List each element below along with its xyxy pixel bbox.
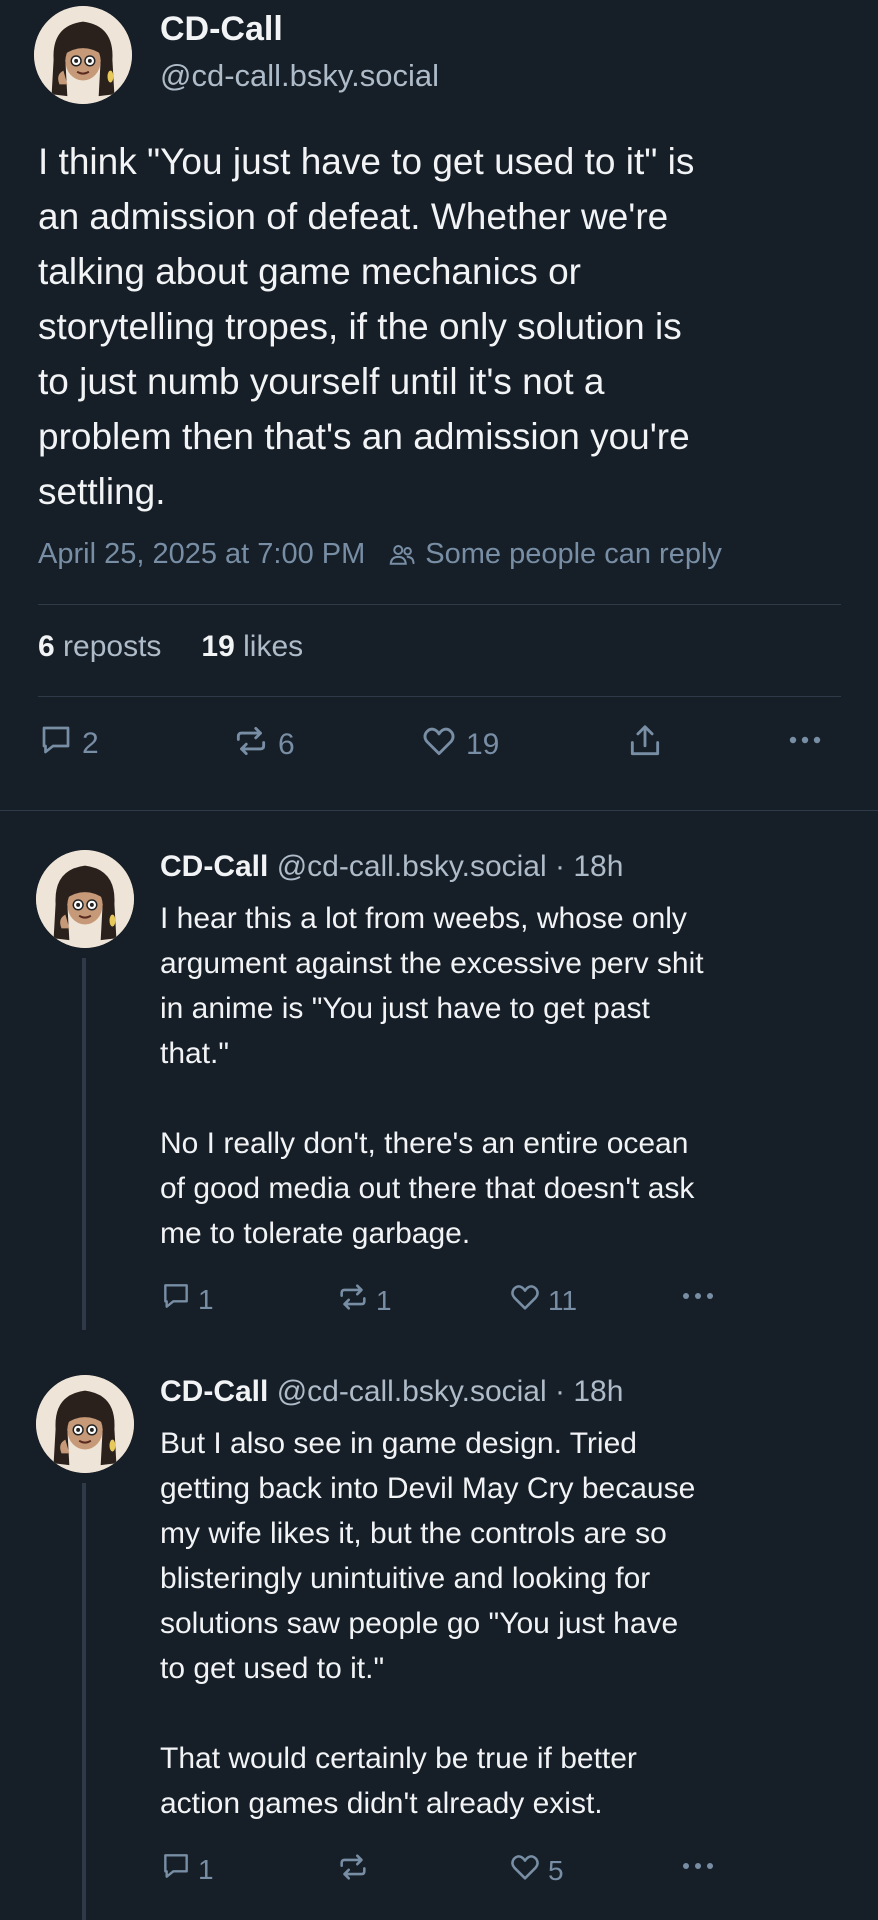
like-count: 11 <box>548 1284 578 1316</box>
separator-dot: · <box>555 1375 566 1408</box>
author-name[interactable]: CD-Call <box>160 10 283 49</box>
repost-count: 6 <box>278 728 295 761</box>
reply-setting[interactable]: Some people can reply <box>425 538 722 571</box>
author-handle[interactable]: @cd-call.bsky.social <box>160 58 439 94</box>
like-icon <box>420 722 458 768</box>
more-icon <box>678 1850 718 1889</box>
author-handle[interactable]: @cd-call.bsky.social <box>277 850 547 883</box>
more-icon <box>678 1280 718 1319</box>
reply-header: CD-Call @cd-call.bsky.social · 18h <box>160 1375 623 1409</box>
thread-line <box>82 1483 86 1920</box>
post-stats: 6 reposts 19 likes <box>38 630 303 664</box>
reply-button[interactable]: 1 <box>160 1850 214 1889</box>
repost-icon <box>232 722 270 768</box>
avatar[interactable] <box>36 850 134 948</box>
thread-line <box>82 958 86 1330</box>
repost-icon <box>336 1850 370 1891</box>
more-button[interactable] <box>678 1850 718 1889</box>
more-button[interactable] <box>678 1280 718 1319</box>
post-text: I think "You just have to get used to it… <box>38 141 695 512</box>
more-icon <box>784 722 826 766</box>
reply-text: I hear this a lot from weebs, whose only… <box>160 902 704 1250</box>
like-button[interactable]: 5 <box>508 1850 564 1891</box>
more-button[interactable] <box>784 722 826 766</box>
avatar[interactable] <box>34 6 132 104</box>
separator-dot: · <box>555 850 566 883</box>
divider <box>38 604 841 605</box>
reply-button[interactable]: 1 <box>160 1280 214 1319</box>
like-icon <box>508 1850 542 1891</box>
reply-count: 1 <box>198 1853 214 1885</box>
repost-count: 1 <box>376 1284 392 1316</box>
repost-button[interactable]: 1 <box>336 1280 392 1321</box>
people-icon <box>387 540 417 570</box>
like-button[interactable]: 19 <box>420 722 499 768</box>
post-time[interactable]: 18h <box>573 850 623 883</box>
reply-header: CD-Call @cd-call.bsky.social · 18h <box>160 850 623 884</box>
reply-text: But I also see in game design. Tried get… <box>160 1427 696 1820</box>
share-button[interactable] <box>626 722 664 768</box>
author-name[interactable]: CD-Call <box>160 850 268 883</box>
reply-icon <box>38 722 74 766</box>
reply-actions: 1 1 11 <box>160 1280 730 1324</box>
divider <box>38 696 841 697</box>
author-name[interactable]: CD-Call <box>160 1375 268 1408</box>
repost-button[interactable] <box>336 1850 376 1891</box>
like-icon <box>508 1280 542 1321</box>
reply-post[interactable]: CD-Call @cd-call.bsky.social · 18h I hea… <box>0 850 878 1330</box>
reply-count: 2 <box>82 727 99 760</box>
reply-icon <box>160 1850 192 1889</box>
post-timestamp[interactable]: April 25, 2025 at 7:00 PM <box>38 538 365 571</box>
repost-button[interactable]: 6 <box>232 722 295 768</box>
main-post: CD-Call @cd-call.bsky.social I think "Yo… <box>0 0 878 810</box>
reply-icon <box>160 1280 192 1319</box>
reply-count: 1 <box>198 1283 214 1315</box>
like-count: 5 <box>548 1854 564 1886</box>
repost-icon <box>336 1280 370 1321</box>
author-handle[interactable]: @cd-call.bsky.social <box>277 1375 547 1408</box>
share-icon <box>626 722 664 768</box>
post-meta: April 25, 2025 at 7:00 PM Some people ca… <box>38 538 722 571</box>
avatar[interactable] <box>36 1375 134 1473</box>
reply-post[interactable]: CD-Call @cd-call.bsky.social · 18h But I… <box>0 1375 878 1920</box>
likes-stat[interactable]: 19 likes <box>201 630 303 664</box>
reply-actions: 1 5 <box>160 1850 730 1894</box>
reposts-stat[interactable]: 6 reposts <box>38 630 161 664</box>
post-actions: 2 6 19 <box>38 722 838 778</box>
post-time[interactable]: 18h <box>573 1375 623 1408</box>
section-divider <box>0 810 878 811</box>
reply-button[interactable]: 2 <box>38 722 99 766</box>
like-count: 19 <box>466 728 500 761</box>
like-button[interactable]: 11 <box>508 1280 577 1321</box>
